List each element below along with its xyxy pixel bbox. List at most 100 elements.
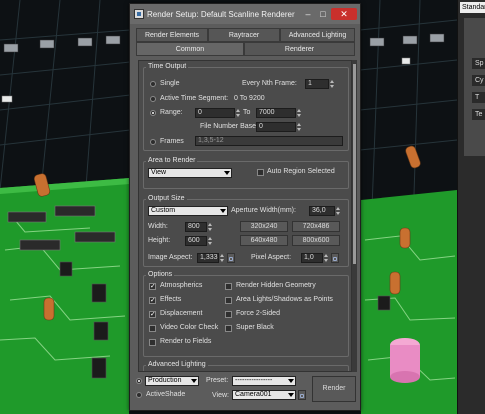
height-spinner[interactable] [208, 236, 213, 246]
lock-icon[interactable] [331, 253, 339, 263]
lock-view-icon[interactable] [298, 390, 306, 400]
render-setup-dialog: Render Setup: Default Scanline Renderer … [129, 3, 361, 411]
chevron-down-icon [288, 393, 294, 397]
production-radio[interactable] [136, 378, 142, 384]
render-hidden-geometry-checkbox[interactable] [225, 283, 232, 290]
maximize-button[interactable]: □ [316, 8, 330, 20]
range-label: Range: [160, 109, 183, 116]
single-radio[interactable] [150, 81, 156, 87]
chevron-down-icon [191, 379, 197, 383]
tab-common[interactable]: Common [136, 42, 244, 56]
range-to-spinner[interactable] [297, 108, 302, 118]
aperture-width-spinner[interactable] [336, 206, 341, 216]
file-number-base-label: File Number Base: [200, 123, 258, 130]
pixel-aspect-spinner[interactable] [324, 253, 329, 263]
displacement-label: Displacement [160, 310, 203, 317]
image-aspect-spinner[interactable] [220, 253, 225, 263]
height-label: Height: [148, 237, 171, 244]
render-to-fields-label: Render to Fields [160, 338, 212, 345]
pixel-aspect-field[interactable]: 1,0 [301, 253, 323, 263]
range-radio[interactable] [150, 110, 156, 116]
view-label: View: [212, 392, 229, 399]
area-lights-checkbox[interactable] [225, 297, 232, 304]
minimize-button[interactable]: – [301, 8, 315, 20]
output-size-preset-value: Custom [151, 207, 176, 214]
area-to-render-dropdown[interactable]: View [148, 168, 232, 178]
preset-value: ---------------- [235, 377, 273, 384]
active-segment-radio[interactable] [150, 96, 156, 102]
command-rollout-te[interactable]: Te [472, 109, 485, 120]
preset-640x480-button[interactable]: 640x480 [240, 235, 288, 246]
tab-render-elements[interactable]: Render Elements [136, 28, 208, 42]
auto-region-checkbox[interactable] [257, 169, 264, 176]
preset-320x240-button[interactable]: 320x240 [240, 221, 288, 232]
render-bottom-bar: Production ActiveShade Preset: ---------… [130, 372, 360, 410]
production-dropdown[interactable]: Production [145, 376, 199, 386]
range-from-spinner[interactable] [236, 108, 241, 118]
area-to-render-title: Area to Render [146, 157, 198, 164]
lock-icon[interactable] [227, 253, 235, 263]
activeshade-label: ActiveShade [146, 391, 186, 398]
frames-label: Frames [160, 138, 184, 145]
tab-advanced-lighting[interactable]: Advanced Lighting [280, 28, 355, 42]
file-number-base-field[interactable]: 0 [256, 122, 296, 132]
chevron-down-icon [224, 171, 230, 175]
scrollbar-thumb[interactable] [353, 64, 356, 264]
effects-checkbox[interactable]: ✓ [149, 297, 156, 304]
image-aspect-field[interactable]: 1,333 [197, 253, 219, 263]
output-size-title: Output Size [146, 195, 187, 202]
activeshade-radio[interactable] [136, 392, 142, 398]
every-nth-spinner[interactable] [330, 79, 335, 89]
atmospherics-label: Atmospherics [160, 282, 203, 289]
frames-radio[interactable] [150, 139, 156, 145]
aperture-width-label: Aperture Width(mm): [231, 207, 296, 214]
single-label: Single [160, 80, 180, 87]
height-field[interactable]: 600 [185, 236, 207, 246]
super-black-checkbox[interactable] [225, 325, 232, 332]
aperture-width-field[interactable]: 36,0 [309, 206, 335, 216]
preset-dropdown[interactable]: ---------------- [232, 376, 296, 386]
object-type-dropdown[interactable]: Standard [460, 2, 485, 13]
atmospherics-checkbox[interactable]: ✓ [149, 283, 156, 290]
range-to-label: To [243, 109, 251, 116]
command-panel-block [464, 18, 485, 156]
file-number-base-spinner[interactable] [297, 122, 302, 132]
render-hidden-geometry-label: Render Hidden Geometry [236, 282, 316, 289]
effects-label: Effects [160, 296, 182, 303]
preset-720x486-button[interactable]: 720x486 [292, 221, 340, 232]
width-field[interactable]: 800 [185, 222, 207, 232]
force-2-sided-checkbox[interactable] [225, 311, 232, 318]
frames-field[interactable]: 1,3,5-12 [195, 136, 343, 146]
range-to-field[interactable]: 7000 [256, 108, 296, 118]
image-aspect-label: Image Aspect: [148, 254, 193, 261]
output-size-preset-dropdown[interactable]: Custom [148, 206, 228, 216]
render-to-fields-checkbox[interactable] [149, 339, 156, 346]
pixel-aspect-label: Pixel Aspect: [251, 254, 292, 261]
close-button[interactable]: ✕ [331, 8, 357, 20]
view-dropdown[interactable]: Camera001 [232, 390, 296, 400]
render-button[interactable]: Render [312, 376, 356, 402]
every-nth-label: Every Nth Frame: [242, 80, 297, 87]
tab-renderer[interactable]: Renderer [244, 42, 355, 56]
video-color-check-checkbox[interactable] [149, 325, 156, 332]
displacement-checkbox[interactable]: ✓ [149, 311, 156, 318]
active-segment-label: Active Time Segment: [160, 95, 229, 102]
title-bar[interactable]: Render Setup: Default Scanline Renderer … [130, 4, 360, 24]
range-from-field[interactable]: 0 [195, 108, 235, 118]
area-lights-label: Area Lights/Shadows as Points [236, 296, 333, 303]
command-rollout-cy[interactable]: Cy [472, 75, 485, 86]
preset-800x600-button[interactable]: 800x600 [292, 235, 340, 246]
command-rollout-sp[interactable]: Sp [472, 58, 485, 69]
video-color-check-label: Video Color Check [160, 324, 219, 331]
area-to-render-value: View [151, 169, 167, 176]
auto-region-label: Auto Region Selected [267, 168, 335, 175]
command-rollout-t[interactable]: T [472, 92, 485, 103]
every-nth-field[interactable]: 1 [305, 79, 329, 89]
force-2-sided-label: Force 2-Sided [236, 310, 280, 317]
preset-label: Preset: [206, 377, 229, 384]
width-spinner[interactable] [208, 222, 213, 232]
production-value: Production [148, 377, 182, 384]
settings-panel: Time Output Single Every Nth Frame: 1 Ac… [138, 60, 352, 372]
tab-raytracer[interactable]: Raytracer [208, 28, 280, 42]
width-label: Width: [148, 223, 168, 230]
